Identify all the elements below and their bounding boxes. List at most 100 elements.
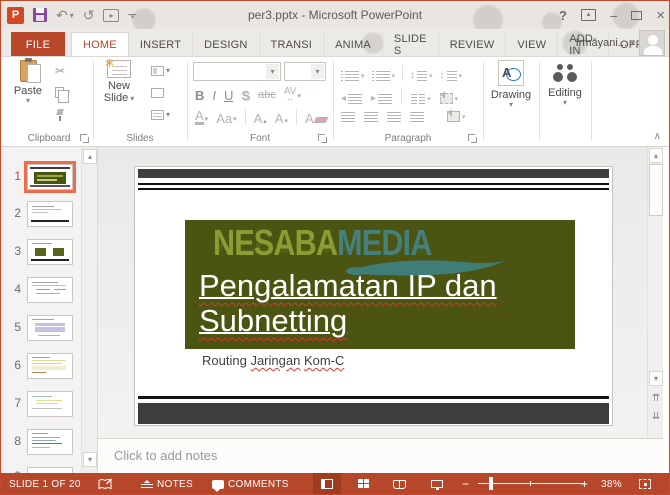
account-avatar[interactable]: [639, 30, 665, 56]
clipboard-dialog-launcher-icon[interactable]: [80, 134, 89, 143]
slide-thumbnail-2[interactable]: [27, 201, 73, 227]
font-name-combobox[interactable]: ▾: [193, 62, 281, 81]
paragraph-dialog-launcher-icon[interactable]: [468, 134, 477, 143]
font-size-dropdown-icon[interactable]: ▾: [311, 64, 324, 79]
slide-subtitle[interactable]: Routing Jaringan Kom-C: [202, 353, 344, 368]
bold-button[interactable]: B: [195, 89, 204, 102]
thumbnail-scroll-down-icon[interactable]: ▾: [83, 452, 97, 467]
paste-dropdown-icon[interactable]: ▾: [26, 97, 30, 105]
zoom-slider[interactable]: [478, 477, 584, 490]
align-center-button[interactable]: [364, 112, 378, 122]
slide-thumbnail-7[interactable]: [27, 391, 73, 417]
justify-button[interactable]: [410, 112, 424, 122]
italic-button[interactable]: I: [212, 89, 216, 102]
fit-slide-to-window-button[interactable]: [631, 473, 659, 494]
slide-canvas[interactable]: NESABAMEDIA NESABAMEDIA Pengalamatan IP …: [134, 166, 613, 426]
ribbon-display-options-button[interactable]: ▴: [581, 9, 596, 21]
tab-animations[interactable]: ANIMA: [324, 32, 383, 56]
section-button[interactable]: ▾: [151, 107, 170, 122]
strikethrough-button[interactable]: abc: [258, 89, 276, 102]
align-text-button[interactable]: ▾: [439, 91, 458, 104]
line-spacing-button[interactable]: ↕ ▾: [410, 71, 433, 81]
text-direction-button[interactable]: ↕ ▾: [440, 71, 462, 81]
text-shadow-button[interactable]: S: [241, 89, 250, 102]
decrease-indent-button[interactable]: ◂: [341, 94, 363, 104]
align-right-button[interactable]: [387, 112, 401, 122]
editing-button[interactable]: Editing ▾: [542, 60, 588, 107]
save-icon[interactable]: [33, 8, 47, 22]
minimize-button[interactable]: –: [610, 9, 617, 22]
collapse-ribbon-icon[interactable]: ∧: [654, 131, 661, 142]
tab-file[interactable]: FILE: [11, 32, 65, 56]
tab-insert[interactable]: INSERT: [129, 32, 194, 56]
editor-scroll-down-icon[interactable]: ▾: [649, 371, 663, 386]
zoom-slider-handle[interactable]: [489, 477, 493, 490]
slide-title-block[interactable]: NESABAMEDIA NESABAMEDIA Pengalamatan IP …: [185, 220, 575, 349]
drawing-button[interactable]: A Drawing ▾: [486, 60, 536, 109]
undo-button[interactable]: ↶ ▾: [56, 8, 74, 22]
thumbnail-scroll-up-icon[interactable]: ▴: [83, 149, 97, 164]
close-button[interactable]: ×: [656, 8, 665, 23]
format-painter-button[interactable]: [55, 107, 70, 122]
slide-thumbnail-6[interactable]: [27, 353, 73, 379]
maximize-button[interactable]: [631, 10, 643, 20]
account-menu[interactable]: Irmayani... ▾: [576, 29, 635, 56]
slide-thumbnail-8[interactable]: [27, 429, 73, 455]
comments-toggle-button[interactable]: COMMENTS: [212, 473, 289, 494]
increase-indent-button[interactable]: ▸: [371, 94, 393, 104]
powerpoint-app-icon[interactable]: P: [7, 6, 24, 24]
editor-scrollbar-thumb[interactable]: [649, 164, 663, 216]
editor-scroll-up-icon[interactable]: ▴: [649, 148, 663, 163]
customize-toolbar-dropdown[interactable]: ▾: [128, 11, 137, 21]
tab-transitions[interactable]: TRANSI: [260, 32, 325, 56]
slide-thumbnail-1[interactable]: [24, 161, 76, 193]
normal-view-button[interactable]: [313, 473, 341, 494]
align-left-button[interactable]: [341, 112, 355, 122]
zoom-level[interactable]: 38%: [601, 473, 622, 494]
tab-home[interactable]: HOME: [71, 32, 129, 56]
thumbnail-scrollbar[interactable]: ▴ ▾: [81, 147, 97, 473]
slideshow-view-button[interactable]: [423, 473, 451, 494]
grow-font-button[interactable]: A ▴: [254, 112, 267, 125]
editor-scrollbar[interactable]: ▴ ▾ ⇈ ⇊: [647, 147, 663, 438]
notes-toggle-button[interactable]: NOTES: [141, 473, 193, 494]
font-color-button[interactable]: A ▾: [195, 109, 208, 125]
notes-placeholder[interactable]: Click to add notes: [114, 448, 217, 463]
reading-view-button[interactable]: [385, 473, 413, 494]
spell-check-button[interactable]: [98, 473, 113, 494]
editing-dropdown-icon[interactable]: ▾: [563, 99, 567, 107]
next-slide-icon[interactable]: ⇊: [648, 411, 664, 422]
start-slideshow-icon[interactable]: ▸: [103, 8, 120, 22]
undo-dropdown-icon[interactable]: ▾: [70, 11, 74, 20]
bullets-button[interactable]: ▾: [341, 71, 365, 81]
underline-button[interactable]: U: [224, 89, 233, 102]
font-size-combobox[interactable]: ▾: [284, 62, 326, 81]
cut-button[interactable]: ✂: [55, 63, 70, 78]
numbering-button[interactable]: ▾: [371, 71, 395, 81]
tab-slideshow[interactable]: SLIDE S: [383, 32, 439, 56]
convert-smartart-button[interactable]: ▾: [447, 109, 466, 122]
new-slide-dropdown-icon[interactable]: ▾: [130, 94, 134, 102]
slide-thumbnail-3[interactable]: [27, 239, 73, 265]
font-name-dropdown-icon[interactable]: ▾: [266, 64, 279, 79]
notes-pane[interactable]: Click to add notes: [97, 438, 663, 473]
tab-design[interactable]: DESIGN: [193, 32, 260, 56]
copy-button[interactable]: ▾: [55, 85, 70, 103]
slide-sorter-view-button[interactable]: [349, 473, 377, 494]
zoom-out-button[interactable]: −: [462, 473, 469, 494]
reset-slide-button[interactable]: [151, 85, 170, 100]
redo-icon[interactable]: ↺: [83, 8, 95, 22]
zoom-in-button[interactable]: +: [581, 473, 588, 494]
character-spacing-button[interactable]: AV ↔ ▾: [284, 87, 301, 103]
change-case-button[interactable]: Aa ▾: [216, 112, 236, 125]
slide-thumbnail-5[interactable]: [27, 315, 73, 341]
slide-layout-button[interactable]: ▾: [151, 63, 170, 78]
columns-button[interactable]: ▾: [411, 94, 431, 104]
slide-title[interactable]: Pengalamatan IP dan Subnetting: [199, 268, 497, 338]
clear-formatting-button[interactable]: A: [305, 112, 329, 125]
paste-button[interactable]: Paste ▾: [9, 58, 47, 105]
drawing-dropdown-icon[interactable]: ▾: [509, 101, 513, 109]
help-button[interactable]: ?: [559, 9, 567, 22]
previous-slide-icon[interactable]: ⇈: [648, 393, 664, 404]
tab-view[interactable]: VIEW: [506, 32, 559, 56]
